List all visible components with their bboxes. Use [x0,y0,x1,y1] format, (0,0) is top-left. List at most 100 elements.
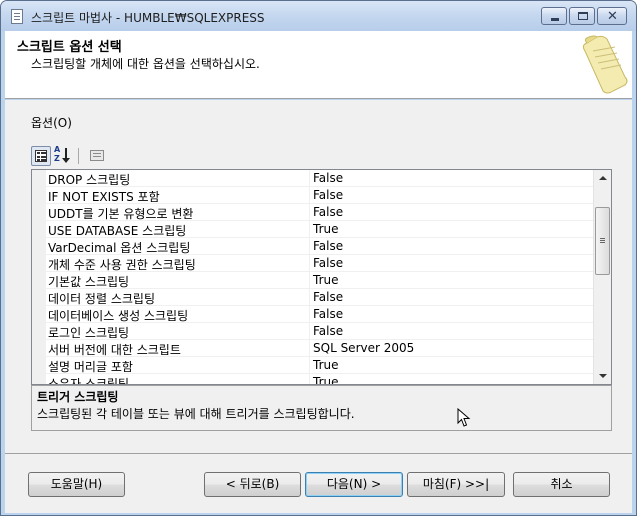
close-button[interactable]: ✕ [597,7,627,25]
property-name: 소유자 스크립팅 [48,377,130,384]
property-pages-button[interactable] [87,146,107,166]
options-label: 옵션(O) [31,116,72,130]
property-row[interactable]: VarDecimal 옵션 스크립팅 False [32,238,593,255]
property-name: 설명 머리글 포함 [48,360,133,374]
back-button[interactable]: < 뒤로(B) [204,472,301,497]
property-name: 데이터베이스 생성 스크립팅 [48,309,189,323]
categorized-button[interactable] [31,146,51,166]
categorized-icon [35,150,47,162]
column-divider [309,221,310,238]
property-row[interactable]: USE DATABASE 스크립팅 True [32,221,593,238]
row-gutter [32,170,46,187]
column-divider [309,255,310,272]
cancel-button[interactable]: 취소 [513,472,610,497]
row-gutter [32,374,46,384]
property-row[interactable]: 기본값 스크립팅 True [32,272,593,289]
toolbar-separator [78,148,79,164]
property-row[interactable]: 서버 버전에 대한 스크립트 SQL Server 2005 [32,340,593,357]
property-value[interactable]: False [313,205,343,219]
property-name: VarDecimal 옵션 스크립팅 [48,241,191,255]
column-divider [309,374,310,384]
property-value[interactable]: True [313,222,339,236]
property-row[interactable]: 개체 수준 사용 권한 스크립팅 False [32,255,593,272]
column-divider [309,170,310,187]
property-value[interactable]: False [313,324,343,338]
page-subtitle: 스크립팅할 개체에 대한 옵션을 선택하십시오. [31,57,260,71]
next-button[interactable]: 다음(N) > [305,472,403,497]
column-divider [309,357,310,374]
property-name: UDDT를 기본 유형으로 변환 [48,207,194,221]
title-bar[interactable]: 스크립트 마법사 - HUMBLE₩SQLEXPRESS ✕ [1,1,636,31]
property-value[interactable]: False [313,188,343,202]
column-divider [309,306,310,323]
text-cursor-icon [457,408,471,427]
property-value[interactable]: True [313,375,339,384]
property-value[interactable]: False [313,239,343,253]
column-divider [309,323,310,340]
page-title: 스크립트 옵션 선택 [17,40,122,55]
row-gutter [32,187,46,204]
minimize-button[interactable] [541,7,567,25]
column-divider [309,187,310,204]
row-gutter [32,204,46,221]
property-value[interactable]: False [313,256,343,270]
row-gutter [32,306,46,323]
sort-az-icon: AZ [54,145,61,163]
alphabetical-button[interactable]: AZ [53,145,73,166]
property-row[interactable]: 데이터베이스 생성 스크립팅 False [32,306,593,323]
options-panel: 옵션(O) AZ DROP 스크립팅 False IF NOT EXISTS 포함 F… [5,100,632,453]
row-gutter [32,238,46,255]
property-name: 서버 버전에 대한 스크립트 [48,343,181,357]
close-icon: ✕ [607,9,618,24]
column-divider [309,272,310,289]
property-name: 로그인 스크립팅 [48,326,130,340]
row-gutter [32,323,46,340]
property-value[interactable]: True [313,358,339,372]
row-gutter [32,255,46,272]
row-gutter [32,289,46,306]
property-grid-rows: DROP 스크립팅 False IF NOT EXISTS 포함 False UDDT를… [32,170,593,384]
scroll-up-arrow-icon[interactable] [594,170,611,187]
property-value[interactable]: SQL Server 2005 [313,341,414,355]
vertical-scrollbar[interactable] [593,170,611,384]
property-name: USE DATABASE 스크립팅 [48,224,187,238]
row-gutter [32,357,46,374]
property-value[interactable]: True [313,273,339,287]
property-row[interactable]: 소유자 스크립팅 True [32,374,593,384]
property-value[interactable]: False [313,290,343,304]
property-row[interactable]: UDDT를 기본 유형으로 변환 False [32,204,593,221]
wizard-window: 스크립트 마법사 - HUMBLE₩SQLEXPRESS ✕ 스크립트 옵션 선… [0,0,637,516]
row-gutter [32,340,46,357]
property-name: DROP 스크립팅 [48,173,131,187]
property-row[interactable]: DROP 스크립팅 False [32,170,593,187]
scroll-icon [582,35,628,94]
minimize-icon [551,18,559,21]
maximize-button[interactable] [569,7,595,25]
scroll-down-arrow-icon[interactable] [594,367,611,384]
property-row[interactable]: 데이터 정렬 스크립팅 False [32,289,593,306]
window-title: 스크립트 마법사 - HUMBLE₩SQLEXPRESS [31,11,265,25]
wizard-footer: 도움말(H) < 뒤로(B) 다음(N) > 마침(F) >>| 취소 [5,453,632,513]
property-value[interactable]: False [313,171,343,185]
row-gutter [32,272,46,289]
property-name: IF NOT EXISTS 포함 [48,190,160,204]
property-row[interactable]: 설명 머리글 포함 True [32,357,593,374]
property-row[interactable]: IF NOT EXISTS 포함 False [32,187,593,204]
description-title: 트리거 스크립팅 [37,390,119,404]
help-button[interactable]: 도움말(H) [28,472,125,497]
row-gutter [32,221,46,238]
column-divider [309,340,310,357]
finish-button[interactable]: 마침(F) >>| [407,472,505,497]
property-row[interactable]: 로그인 스크립팅 False [32,323,593,340]
wizard-header: 스크립트 옵션 선택 스크립팅할 개체에 대한 옵션을 선택하십시오. [5,31,632,99]
document-icon [11,9,23,24]
column-divider [309,238,310,255]
property-name: 데이터 정렬 스크립팅 [48,292,155,306]
column-divider [309,289,310,306]
scrollbar-thumb[interactable] [595,207,610,275]
sort-arrow-icon [62,148,70,163]
description-panel: 트리거 스크립팅 스크립팅된 각 테이블 또는 뷰에 대해 트리거를 스크립팅합… [31,385,612,431]
property-name: 개체 수준 사용 권한 스크립팅 [48,258,196,272]
property-value[interactable]: False [313,307,343,321]
maximize-icon [578,12,588,20]
